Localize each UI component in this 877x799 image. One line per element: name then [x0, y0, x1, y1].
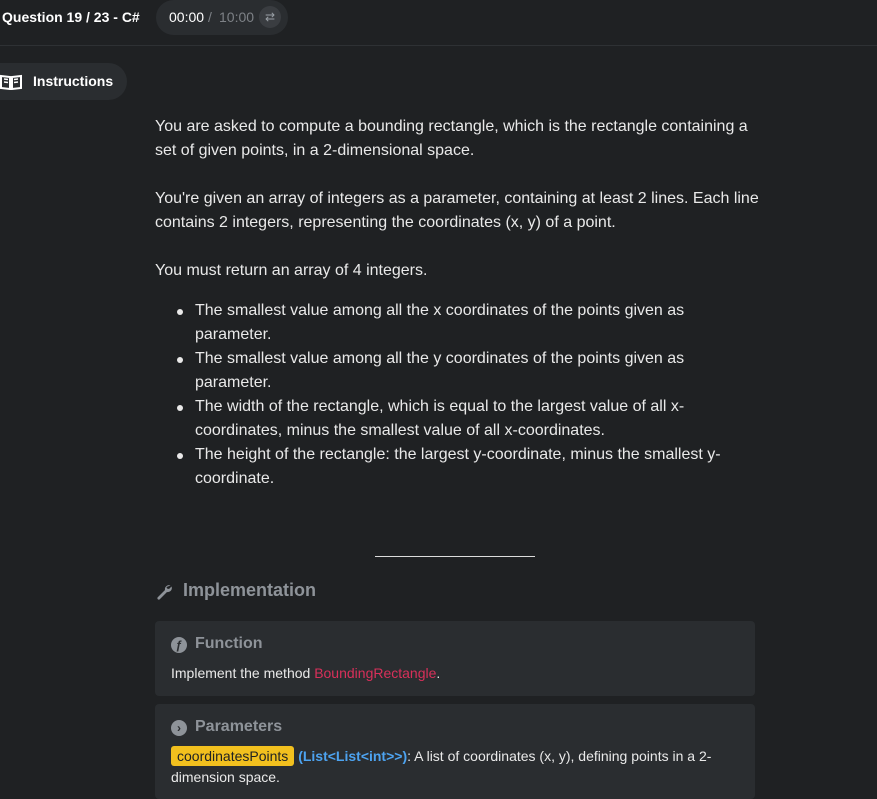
instructions-paragraph: You must return an array of 4 integers. [155, 262, 428, 279]
parameter-description: coordinatesPoints (List<List<int>>): A l… [171, 746, 741, 788]
timer-elapsed: 00:00 [169, 9, 205, 25]
swap-arrows-icon[interactable]: ⇄ [259, 6, 281, 28]
list-item: The width of the rectangle, which is equ… [155, 395, 735, 443]
list-item: The smallest value among all the y coord… [155, 347, 735, 395]
method-name: BoundingRectangle [314, 665, 437, 681]
chevron-right-icon: › [171, 720, 187, 736]
section-divider [375, 556, 535, 557]
implementation-title: Implementation [183, 580, 317, 600]
page: Question 19 / 23 - C# 00:00 / 10:00 ⇄ In… [0, 0, 877, 799]
instructions-paragraph: You're given an array of integers as a p… [155, 190, 759, 231]
requirements-list: The smallest value among all the x coord… [155, 299, 755, 491]
function-title: Function [195, 635, 263, 652]
open-book-icon [0, 74, 22, 90]
instructions-paragraph: You are asked to compute a bounding rect… [155, 118, 748, 159]
parameters-title: Parameters [195, 718, 283, 735]
bullet-icon [177, 405, 183, 411]
function-card: ƒ Function Implement the method Bounding… [155, 621, 755, 696]
parameters-card: › Parameters coordinatesPoints (List<Lis… [155, 704, 755, 799]
parameter-name: coordinatesPoints [171, 746, 295, 766]
function-description: Implement the method BoundingRectangle. [171, 663, 741, 684]
timer-separator: / [208, 9, 212, 25]
list-item-text: The height of the rectangle: the largest… [195, 446, 721, 487]
list-item-text: The width of the rectangle, which is equ… [195, 398, 685, 439]
parameter-type: List<List<int>> [302, 748, 403, 764]
function-text: Implement the method [171, 665, 315, 681]
function-text-end: . [436, 665, 441, 681]
instructions-tab[interactable]: Instructions [0, 63, 127, 100]
list-item: The smallest value among all the x coord… [155, 299, 735, 347]
question-counter: Question 19 / 23 - C# [2, 9, 140, 25]
wrench-icon [157, 585, 172, 600]
timer: 00:00 / 10:00 ⇄ [156, 0, 288, 35]
instructions-label: Instructions [33, 73, 114, 89]
bullet-icon [177, 453, 183, 459]
timer-total: 10:00 [219, 9, 255, 25]
function-icon: ƒ [171, 637, 187, 653]
bullet-icon [177, 309, 183, 315]
bullet-icon [177, 357, 183, 363]
list-item-text: The smallest value among all the y coord… [195, 350, 685, 391]
list-item-text: The smallest value among all the x coord… [195, 302, 685, 343]
list-item: The height of the rectangle: the largest… [155, 443, 735, 491]
top-bar: Question 19 / 23 - C# 00:00 / 10:00 ⇄ [0, 0, 877, 46]
